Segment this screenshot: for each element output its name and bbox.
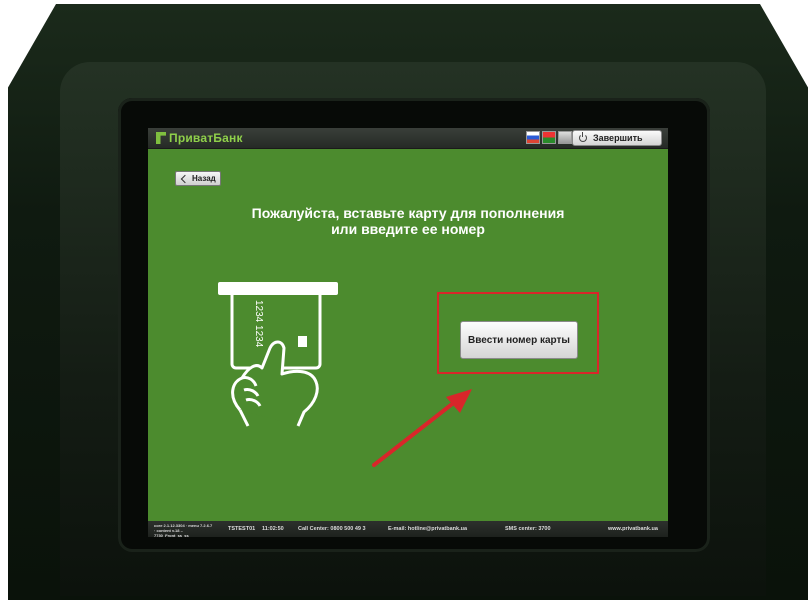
back-button-label: Назад <box>192 174 216 183</box>
language-selector <box>526 131 572 144</box>
sms-center: SMS center: 3700 <box>505 526 551 532</box>
arrow-annotation-icon <box>372 389 472 467</box>
chevron-left-icon <box>180 174 190 183</box>
call-center: Call Center: 0800 500 49 3 <box>298 526 366 532</box>
support-email: E-mail: hotline@privatbank.ua <box>388 526 468 532</box>
arrow-shaft <box>372 399 458 467</box>
exit-button[interactable]: Завершить <box>572 130 662 146</box>
logo-mark-icon <box>156 132 166 144</box>
wrist-line <box>238 409 250 427</box>
annotation-highlight-box <box>437 292 599 374</box>
arrow-head <box>446 389 472 413</box>
instruction-line-2: или введите ее номер <box>331 221 485 237</box>
card-chip <box>298 336 307 347</box>
en-flag-icon[interactable] <box>558 131 572 144</box>
version-info: core 2.1.12.3304 · menu 7.2.6.7 · conten… <box>154 523 213 537</box>
logo-text: ПриватБанк <box>169 131 243 145</box>
power-icon <box>579 132 587 142</box>
bank-logo: ПриватБанк <box>156 131 243 145</box>
exit-button-label: Завершить <box>593 133 643 143</box>
website: www.privatbank.ua <box>608 526 658 532</box>
ua-flag-icon[interactable] <box>542 131 556 144</box>
instruction-text: Пожалуйста, вставьте карту для пополнени… <box>188 205 628 237</box>
footer-time: 11:02:50 <box>262 526 284 532</box>
top-bar: ПриватБанк Завершить <box>148 128 668 149</box>
card-number: 1234 1234 <box>253 300 264 348</box>
ru-flag-icon[interactable] <box>526 131 540 144</box>
hand-outline <box>231 340 319 427</box>
card-insert-icon: 1234 1234 <box>218 282 338 427</box>
terminal-id: TSTEST01 <box>228 526 256 532</box>
footer-bar: core 2.1.12.3304 · menu 7.2.6.7 · conten… <box>148 521 668 537</box>
instruction-line-1: Пожалуйста, вставьте карту для пополнени… <box>251 205 565 221</box>
back-button[interactable]: Назад <box>175 171 221 186</box>
